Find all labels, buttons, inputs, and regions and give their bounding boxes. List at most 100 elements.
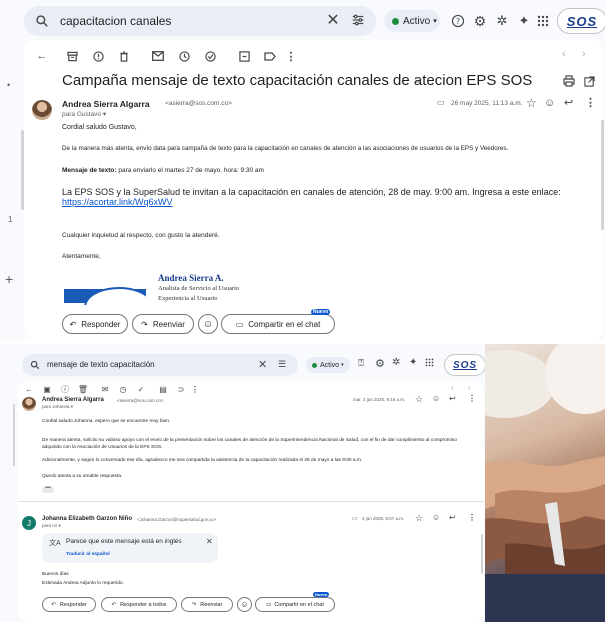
translate-close-icon[interactable]: ✕	[206, 537, 213, 546]
scrollbar[interactable]	[13, 404, 15, 466]
reply-icon[interactable]: ↩	[449, 513, 456, 522]
message-panel: ← ⋮ ‹ › Campaña mensaje de texto capacit…	[24, 40, 604, 340]
gemini-sparkle-icon[interactable]: ✦	[516, 13, 532, 29]
help-icon[interactable]: ⍰	[358, 358, 364, 369]
label-icon[interactable]	[262, 51, 278, 61]
emoji-icon: ☺	[240, 600, 249, 609]
clear-search-icon[interactable]: ✕	[258, 358, 267, 371]
help-icon[interactable]: ?	[450, 13, 466, 29]
emoji-reaction-icon[interactable]: ☺	[432, 394, 440, 403]
archive-icon[interactable]	[64, 51, 80, 62]
search-input[interactable]: mensaje de texto capacitación	[47, 360, 155, 369]
back-arrow-icon[interactable]: ←	[34, 50, 50, 62]
status-dropdown[interactable]: Activo ▾	[306, 357, 350, 373]
emoji-reaction-icon[interactable]: ☺	[432, 513, 440, 522]
mark-unread-icon[interactable]	[150, 51, 166, 61]
gemini-apps-icon[interactable]: ✲	[392, 357, 400, 368]
back-arrow-icon[interactable]: ←	[24, 385, 34, 394]
delete-icon[interactable]: 🗑︎	[78, 385, 88, 394]
signature-logo	[64, 287, 146, 305]
show-trimmed-button[interactable]: •••	[42, 486, 54, 493]
star-icon[interactable]: ☆	[415, 513, 423, 524]
gemini-sparkle-icon[interactable]: ✦	[409, 357, 417, 368]
star-icon[interactable]: ☆	[526, 96, 537, 110]
newer-chevron-icon[interactable]: ‹	[562, 48, 566, 60]
search-bar[interactable]: capacitacion canales ✕	[24, 6, 376, 36]
share-chat-button[interactable]: ▭ Compartir en el chat	[255, 597, 335, 612]
settings-gear-icon[interactable]: ⚙	[375, 357, 385, 370]
older-chevron-icon[interactable]: ›	[468, 383, 471, 392]
account-logo[interactable]: SOS	[444, 354, 485, 376]
body-greeting: Cordial saludo Gustavo,	[62, 124, 137, 131]
scrollbar[interactable]	[21, 130, 24, 210]
apps-grid-icon[interactable]	[535, 13, 551, 29]
snooze-icon[interactable]	[176, 50, 192, 62]
m2-sender-name[interactable]: Johanna Elizabeth Garzon Niño	[42, 516, 132, 522]
reply-all-button[interactable]: ↶ Responder a todos	[101, 597, 177, 612]
translate-action-link[interactable]: Traducir al español	[66, 552, 110, 557]
recipient-line[interactable]: para Gustavo ▾	[62, 110, 106, 118]
clear-search-icon[interactable]: ✕	[324, 11, 342, 29]
sms-link[interactable]: https://acortar.link/Wq6xWV	[62, 197, 173, 207]
open-new-window-icon[interactable]	[582, 74, 596, 88]
account-logo[interactable]: SOS	[557, 8, 605, 34]
search-options-icon[interactable]: ☰	[278, 359, 286, 370]
archive-icon[interactable]: ▣	[42, 385, 52, 394]
forward-button[interactable]: ↷ Reenviar	[132, 314, 194, 334]
report-spam-icon[interactable]: ⓘ	[60, 384, 70, 395]
more-options-icon[interactable]: ⋮	[286, 50, 297, 63]
gemini-apps-icon[interactable]: ✲	[494, 13, 510, 29]
newer-chevron-icon[interactable]: ‹	[451, 383, 454, 392]
m1-recipient[interactable]: para Johanna ▾	[42, 404, 73, 410]
star-icon[interactable]: ☆	[415, 394, 423, 405]
m1-sender-name[interactable]: Andrea Sierra Algarra	[42, 397, 104, 403]
reply-icon[interactable]: ↩	[449, 394, 456, 403]
forward-button[interactable]: ↷ Reenviar	[181, 597, 233, 612]
reply-button[interactable]: ↶ Responder	[42, 597, 96, 612]
search-bar[interactable]: mensaje de texto capacitación ✕ ☰	[22, 354, 298, 376]
share-chat-label: Compartir en el chat	[248, 319, 321, 329]
add-task-icon[interactable]	[202, 50, 218, 62]
search-options-icon[interactable]	[350, 12, 366, 28]
compose-plus-icon[interactable]: +	[5, 271, 13, 287]
message-more-icon[interactable]: ⋮	[585, 96, 596, 109]
print-icon[interactable]	[562, 74, 576, 88]
emoji-button[interactable]: ☺	[237, 597, 252, 612]
reply-button[interactable]: ↶ Responder	[62, 314, 128, 334]
chat-icon: ▭	[266, 601, 272, 608]
message-more-icon[interactable]: ⋮	[468, 394, 476, 403]
mark-unread-icon[interactable]: ✉	[100, 385, 110, 394]
reply-all-button-label: Responder a todos	[120, 601, 167, 608]
sender-avatar[interactable]	[22, 397, 36, 411]
settings-gear-icon[interactable]: ⚙	[472, 13, 488, 29]
search-icon[interactable]	[29, 359, 41, 371]
search-input[interactable]: capacitacion canales	[60, 14, 171, 28]
sender-name[interactable]: Andrea Sierra Algarra	[62, 99, 150, 109]
move-to-icon[interactable]: ▤	[158, 385, 168, 394]
share-chat-button[interactable]: ▭ Compartir en el chat	[221, 314, 335, 334]
emoji-icon: ☺	[202, 318, 214, 330]
emoji-button[interactable]: ☺	[198, 314, 218, 334]
message-more-icon[interactable]: ⋮	[468, 513, 476, 522]
scrollbar-right[interactable]	[601, 120, 604, 230]
report-spam-icon[interactable]	[90, 50, 106, 62]
attachment-icon: ▭	[437, 98, 445, 107]
status-dropdown[interactable]: Activo ▾	[384, 10, 440, 32]
snooze-icon[interactable]: ◷	[118, 385, 128, 394]
label-icon[interactable]: ⊃	[176, 385, 186, 394]
scrollbar-right[interactable]	[481, 534, 483, 574]
apps-grid-icon[interactable]	[425, 358, 434, 367]
label-tag-icon: ⊃	[414, 75, 423, 86]
sender-avatar[interactable]	[32, 100, 52, 120]
emoji-reaction-icon[interactable]: ☺	[544, 97, 555, 109]
older-chevron-icon[interactable]: ›	[582, 48, 586, 60]
search-icon[interactable]	[34, 13, 50, 29]
add-task-icon[interactable]: ✓	[136, 385, 146, 394]
m1-date: mar, 3 jun 2025, 9:19 a.m.	[353, 397, 406, 402]
move-to-icon[interactable]	[236, 50, 252, 62]
more-options-icon[interactable]: ⋮	[191, 385, 199, 394]
m2-recipient[interactable]: para mí ▾	[42, 523, 61, 529]
delete-icon[interactable]	[116, 50, 132, 62]
reply-icon[interactable]: ↩	[564, 96, 573, 109]
sender-avatar-initial[interactable]: J	[22, 516, 36, 530]
